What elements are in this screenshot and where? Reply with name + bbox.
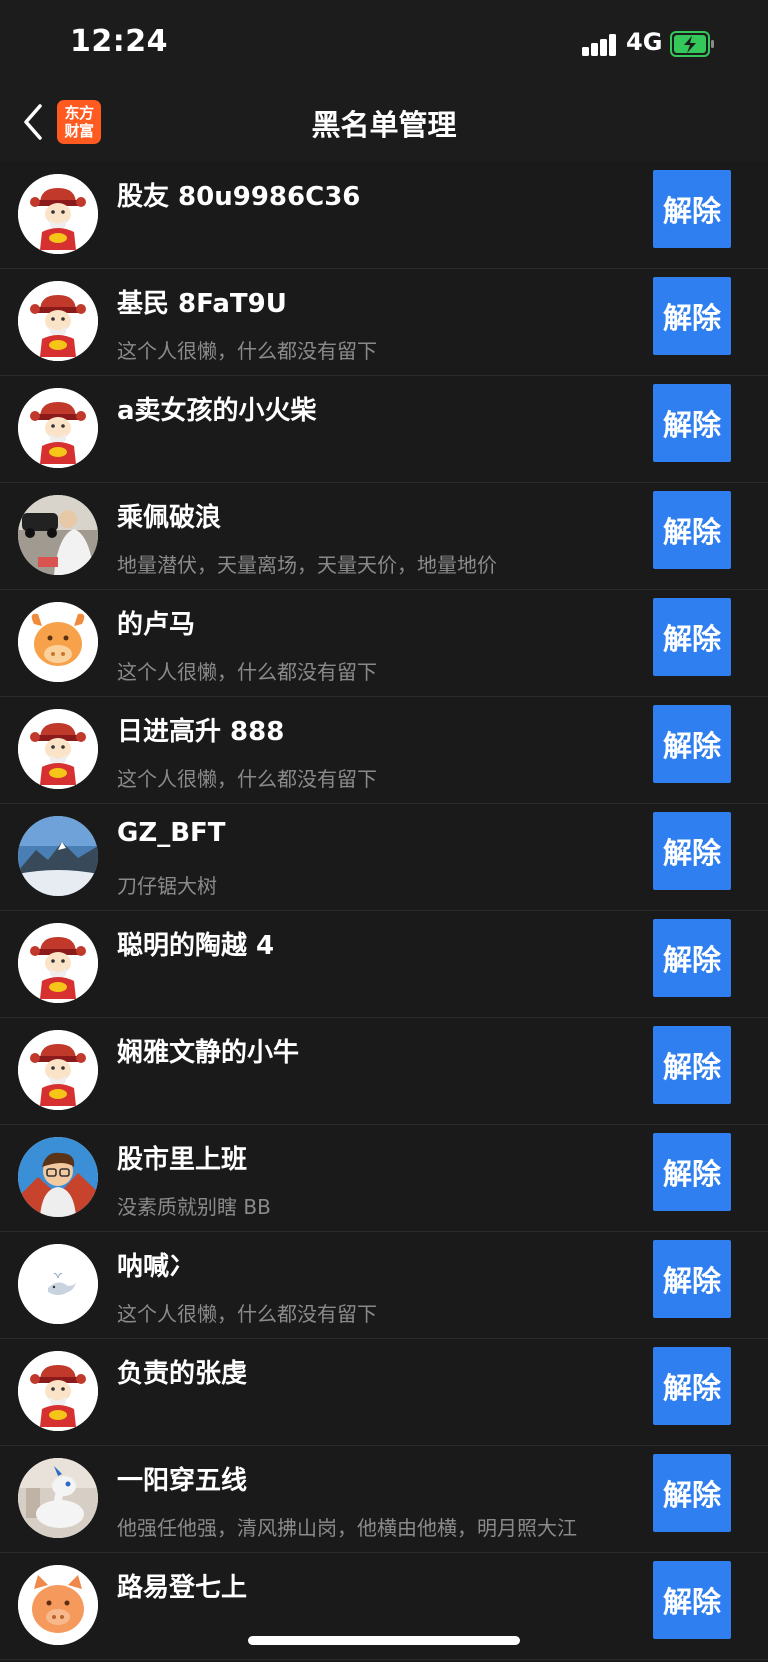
avatar-cartoon-boy[interactable] bbox=[18, 1137, 98, 1217]
list-item-6: 日进高升 888 这个人很懒，什么都没有留下 解除 bbox=[0, 697, 768, 804]
user-signature: 刀仔锯大树 bbox=[117, 874, 217, 898]
user-signature: 这个人很懒，什么都没有留下 bbox=[117, 660, 377, 684]
list-item-8: 聪明的陶越 4 解除 bbox=[0, 911, 768, 1018]
unblock-button[interactable]: 解除 bbox=[653, 170, 731, 248]
avatar-whale[interactable] bbox=[18, 1244, 98, 1324]
signal-bars-icon bbox=[582, 34, 618, 56]
user-name: 股友 80u9986C36 bbox=[117, 182, 361, 212]
nav-bar: 东方 财富 黑名单管理 bbox=[0, 80, 768, 162]
list-item-7: GZ_BFT 刀仔锯大树 解除 bbox=[0, 804, 768, 911]
unblock-button[interactable]: 解除 bbox=[653, 598, 731, 676]
avatar-orange-pig[interactable] bbox=[18, 1565, 98, 1645]
avatar-orange-bull[interactable] bbox=[18, 602, 98, 682]
user-name: 基民 8FaT9U bbox=[117, 289, 287, 319]
list-item-4: 乘佩破浪 地量潜伏，天量离场，天量天价，地量地价 解除 bbox=[0, 483, 768, 590]
list-item-3: a卖女孩的小火柴 解除 bbox=[0, 376, 768, 483]
status-bar: 12:24 4G bbox=[0, 0, 768, 80]
user-signature: 地量潜伏，天量离场，天量天价，地量地价 bbox=[117, 553, 497, 577]
user-signature: 没素质就别瞎 BB bbox=[117, 1195, 271, 1219]
unblock-button[interactable]: 解除 bbox=[653, 919, 731, 997]
avatar-photo-car[interactable] bbox=[18, 495, 98, 575]
user-name: 日进高升 888 bbox=[117, 717, 285, 747]
user-name: 负责的张虔 bbox=[117, 1359, 248, 1389]
user-name: GZ_BFT bbox=[117, 818, 226, 848]
unblock-button[interactable]: 解除 bbox=[653, 384, 731, 462]
unblock-button[interactable]: 解除 bbox=[653, 1347, 731, 1425]
avatar-fortune-god[interactable] bbox=[18, 709, 98, 789]
list-item-10: 股市里上班 没素质就别瞎 BB 解除 bbox=[0, 1125, 768, 1232]
avatar-fortune-god[interactable] bbox=[18, 923, 98, 1003]
unblock-button[interactable]: 解除 bbox=[653, 812, 731, 890]
list-item-1: 股友 80u9986C36 解除 bbox=[0, 162, 768, 269]
list-item-2: 基民 8FaT9U 这个人很懒，什么都没有留下 解除 bbox=[0, 269, 768, 376]
list-item-9: 娴雅文静的小牛 解除 bbox=[0, 1018, 768, 1125]
battery-charging-icon bbox=[670, 31, 716, 57]
user-name: 娴雅文静的小牛 bbox=[117, 1038, 300, 1068]
avatar-fortune-god[interactable] bbox=[18, 388, 98, 468]
network-type: 4G bbox=[626, 28, 663, 56]
unblock-button[interactable]: 解除 bbox=[653, 1133, 731, 1211]
list-item-5: 的卢马 这个人很懒，什么都没有留下 解除 bbox=[0, 590, 768, 697]
list-item-12: 负责的张虔 解除 bbox=[0, 1339, 768, 1446]
blacklist-list: 股友 80u9986C36 解除 基民 8FaT9U 这个人很懒，什么都没有留下… bbox=[0, 162, 768, 1660]
avatar-fortune-god[interactable] bbox=[18, 1351, 98, 1431]
avatar-fortune-god[interactable] bbox=[18, 174, 98, 254]
user-name: 呐喊冫 bbox=[117, 1252, 196, 1282]
user-name: a卖女孩的小火柴 bbox=[117, 396, 317, 426]
user-name: 的卢马 bbox=[117, 610, 196, 640]
status-time: 12:24 bbox=[70, 24, 168, 59]
avatar-fortune-god[interactable] bbox=[18, 281, 98, 361]
avatar-dragon[interactable] bbox=[18, 1458, 98, 1538]
unblock-button[interactable]: 解除 bbox=[653, 491, 731, 569]
home-indicator bbox=[248, 1636, 520, 1645]
user-signature: 这个人很懒，什么都没有留下 bbox=[117, 1302, 377, 1326]
avatar-mountain[interactable] bbox=[18, 816, 98, 896]
unblock-button[interactable]: 解除 bbox=[653, 705, 731, 783]
user-signature: 这个人很懒，什么都没有留下 bbox=[117, 339, 377, 363]
user-name: 股市里上班 bbox=[117, 1145, 248, 1175]
list-item-13: 一阳穿五线 他强任他强，清风拂山岗，他横由他横，明月照大江 解除 bbox=[0, 1446, 768, 1553]
user-signature: 他强任他强，清风拂山岗，他横由他横，明月照大江 bbox=[117, 1516, 577, 1540]
unblock-button[interactable]: 解除 bbox=[653, 1026, 731, 1104]
unblock-button[interactable]: 解除 bbox=[653, 1240, 731, 1318]
user-name: 路易登七上 bbox=[117, 1573, 248, 1603]
user-name: 聪明的陶越 4 bbox=[117, 931, 275, 961]
list-item-11: 呐喊冫 这个人很懒，什么都没有留下 解除 bbox=[0, 1232, 768, 1339]
unblock-button[interactable]: 解除 bbox=[653, 277, 731, 355]
avatar-fortune-god[interactable] bbox=[18, 1030, 98, 1110]
unblock-button[interactable]: 解除 bbox=[653, 1454, 731, 1532]
user-signature: 这个人很懒，什么都没有留下 bbox=[117, 767, 377, 791]
user-name: 一阳穿五线 bbox=[117, 1466, 248, 1496]
unblock-button[interactable]: 解除 bbox=[653, 1561, 731, 1639]
page-title: 黑名单管理 bbox=[311, 108, 457, 142]
user-name: 乘佩破浪 bbox=[117, 503, 222, 533]
